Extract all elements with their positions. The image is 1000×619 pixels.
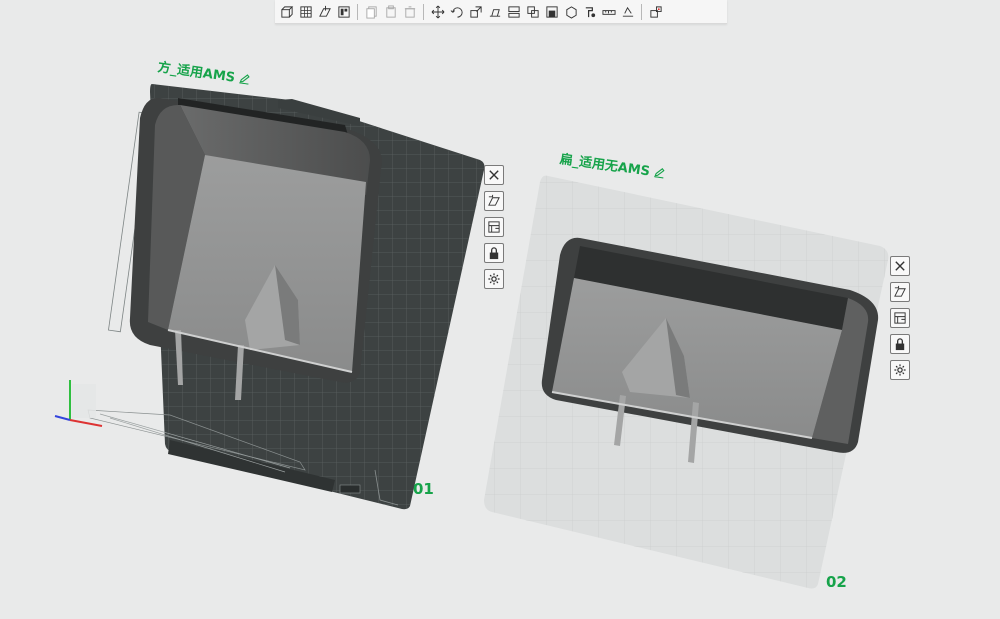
- cut-icon: [507, 5, 520, 18]
- support-paint-icon: [545, 5, 558, 18]
- lay-on-face-icon: [489, 8, 500, 17]
- build-plate-scene[interactable]: [0, 0, 1000, 619]
- add-object-icon: [280, 5, 293, 18]
- arrange-plate-icon: [894, 312, 906, 324]
- copy-button[interactable]: [363, 3, 380, 21]
- main-toolbar: [275, 0, 727, 24]
- plate-lock-button[interactable]: [484, 243, 504, 263]
- plate-arrange-plate-button[interactable]: [890, 308, 910, 328]
- scale-icon: [469, 5, 482, 18]
- toolbar-separator: [423, 3, 424, 20]
- auto-orient-icon: [894, 285, 906, 297]
- rotate-button[interactable]: [448, 3, 465, 21]
- plate-auto-orient-button[interactable]: [890, 282, 910, 302]
- add-object-button[interactable]: [278, 3, 295, 21]
- boolean-button[interactable]: [524, 3, 541, 21]
- plate-arrange-plate-button[interactable]: [484, 217, 504, 237]
- move-button[interactable]: [429, 3, 446, 21]
- plate-close-button[interactable]: [484, 165, 504, 185]
- assembly-button[interactable]: [647, 3, 664, 21]
- delete-icon: [404, 5, 415, 18]
- plate-close-button[interactable]: [890, 256, 910, 276]
- measure-button[interactable]: [600, 3, 617, 21]
- arrange-button[interactable]: [335, 3, 352, 21]
- scale-button[interactable]: [467, 3, 484, 21]
- plate-number-01: 01: [413, 480, 434, 498]
- close-icon: [489, 170, 499, 180]
- settings-icon: [488, 273, 500, 285]
- paste-button[interactable]: [382, 3, 399, 21]
- assembly-icon: [649, 5, 662, 18]
- orient-button[interactable]: [316, 3, 333, 21]
- lock-icon: [895, 338, 905, 351]
- cut-button[interactable]: [505, 3, 522, 21]
- seam-paint-icon: [565, 5, 577, 19]
- toolbar-separator: [357, 3, 358, 20]
- arrange-icon: [337, 5, 350, 18]
- settings-icon: [894, 364, 906, 376]
- plate-lock-button[interactable]: [890, 334, 910, 354]
- orient-icon: [318, 5, 331, 17]
- plate-settings-button[interactable]: [484, 269, 504, 289]
- lock-icon: [489, 247, 499, 260]
- text-icon: [622, 6, 633, 17]
- color-paint-button[interactable]: [581, 3, 598, 21]
- boolean-icon: [526, 5, 539, 18]
- plate-auto-orient-button[interactable]: [484, 191, 504, 211]
- copy-icon: [365, 5, 377, 19]
- plate-settings-button[interactable]: [890, 360, 910, 380]
- paste-icon: [385, 4, 396, 18]
- arrange-plate-icon: [488, 221, 500, 233]
- close-icon: [895, 261, 905, 271]
- color-paint-icon: [585, 6, 595, 17]
- toolbar-separator: [641, 3, 642, 20]
- plate-toolbar-02: [890, 256, 912, 386]
- text-button[interactable]: [619, 3, 636, 21]
- pencil-icon[interactable]: [238, 72, 251, 88]
- plate-number-02: 02: [826, 573, 847, 591]
- support-paint-button[interactable]: [543, 3, 560, 21]
- auto-orient-icon: [488, 194, 500, 206]
- move-icon: [431, 5, 444, 18]
- seam-paint-button[interactable]: [562, 3, 579, 21]
- pencil-icon[interactable]: [653, 166, 666, 182]
- rotate-icon: [450, 6, 463, 18]
- delete-button[interactable]: [401, 3, 418, 21]
- add-plate-icon: [299, 5, 312, 18]
- lay-on-face-button[interactable]: [486, 3, 503, 21]
- measure-icon: [601, 9, 616, 15]
- 3d-viewport[interactable]: 方_适用AMS 扁_适用无AMS 01 02: [0, 0, 1000, 619]
- add-plate-button[interactable]: [297, 3, 314, 21]
- plate-toolbar-01: [484, 165, 506, 295]
